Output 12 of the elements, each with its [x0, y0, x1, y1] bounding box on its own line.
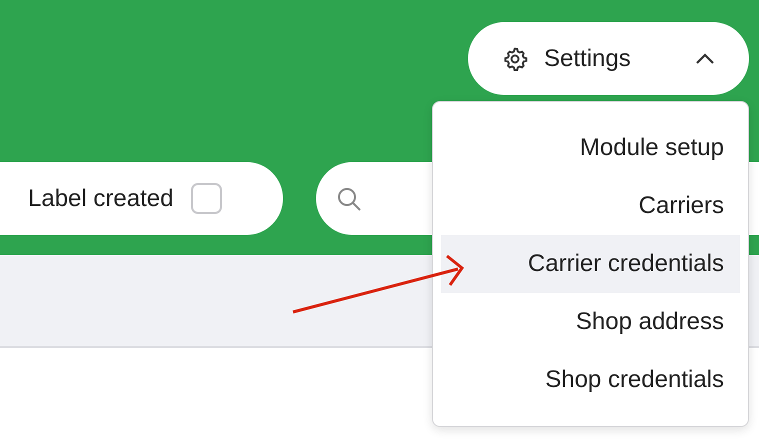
menu-item[interactable]: Module setup	[441, 119, 740, 177]
filter-label: Label created	[28, 184, 174, 214]
search-icon	[336, 186, 362, 212]
settings-icon	[502, 46, 528, 72]
menu-item[interactable]: Shop credentials	[441, 351, 740, 409]
menu-item[interactable]: Carriers	[441, 177, 740, 235]
menu-item[interactable]: Shop address	[441, 293, 740, 351]
chevron-icon	[695, 52, 715, 64]
checkbox[interactable]	[191, 183, 222, 214]
settings-button[interactable]: Settings	[468, 22, 749, 95]
menu-item[interactable]: Carrier credentials	[441, 235, 740, 293]
filter-chip[interactable]: Label created	[0, 162, 283, 235]
